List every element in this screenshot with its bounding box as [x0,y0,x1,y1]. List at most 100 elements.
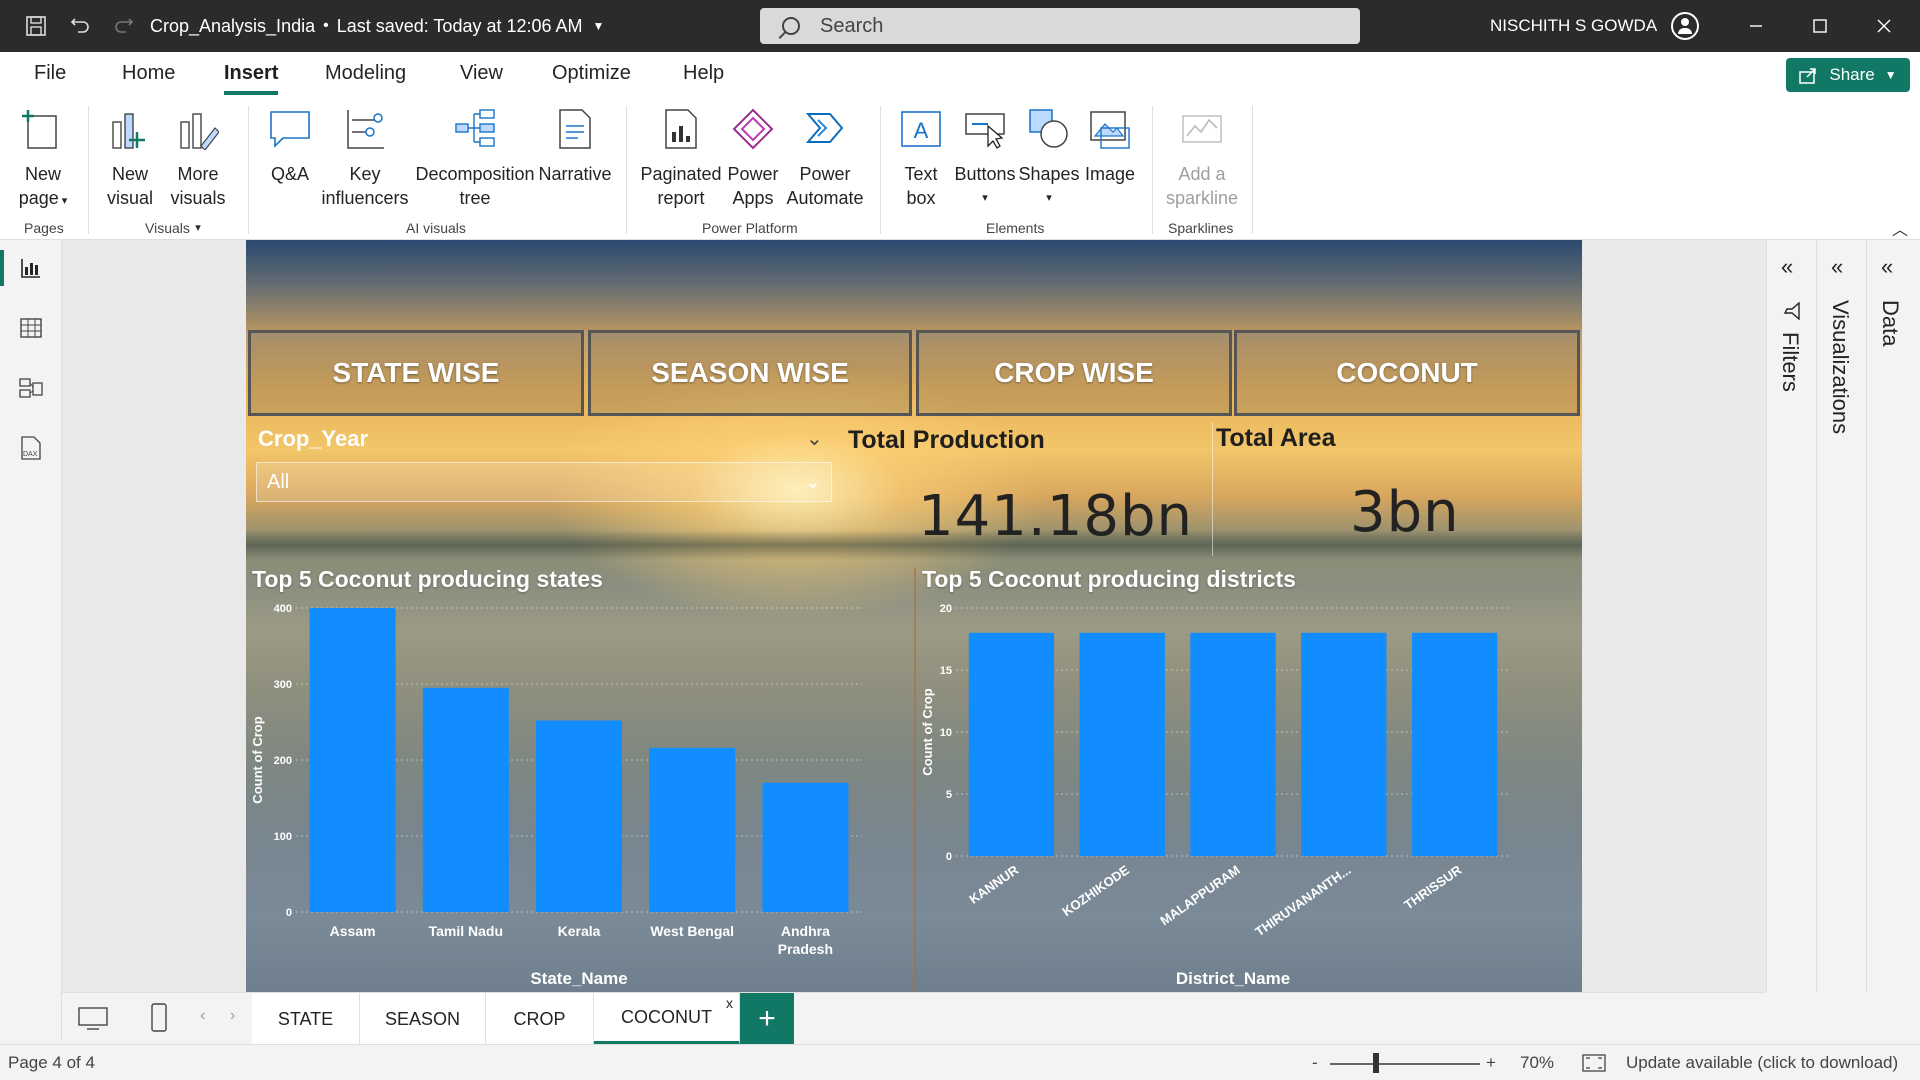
model-view-button[interactable] [0,362,62,414]
tab-view[interactable]: View [460,62,503,85]
expand-chevron-icon[interactable]: « [1831,254,1843,280]
new-page-label-2: page [18,188,59,208]
tab-insert[interactable]: Insert [224,62,279,95]
bar[interactable] [649,747,736,912]
buttons-label: Buttons [954,164,1016,184]
bar[interactable] [535,720,623,912]
image-button[interactable]: Image [1080,108,1140,186]
chevron-down-icon: ▾ [195,222,201,234]
zoom-out-button[interactable]: - [1312,1053,1318,1073]
narrative-button[interactable]: Narrative [538,108,612,186]
paginated-report-label-1: Paginated [640,164,722,184]
save-icon[interactable] [16,0,56,52]
districts-bar-chart[interactable]: 0 5 10 15 20 Count of Crop KANNUR KOZHIKODE MALA… [916,600,1582,992]
decomposition-tree-button[interactable]: Decomposition tree [412,108,538,210]
account-menu[interactable]: NISCHITH S GOWDA [1490,0,1700,52]
zoom-in-button[interactable]: + [1486,1053,1496,1073]
saved-status: Last saved: Today at 12:06 AM [336,15,583,36]
share-label: Share [1829,65,1875,84]
tab-home[interactable]: Home [122,62,175,85]
share-button[interactable]: Share ▼ [1786,58,1910,92]
report-view-button[interactable] [0,242,62,294]
key-influencers-button[interactable]: Key influencers [320,108,410,210]
maximize-button[interactable] [1788,0,1852,52]
x-tick-label: KANNUR [966,862,1021,907]
crop-year-slicer-dropdown[interactable]: All ⌄ [256,462,832,502]
key-influencers-label-2: influencers [321,188,409,208]
document-title[interactable]: Crop_Analysis_India • Last saved: Today … [138,0,604,52]
table-view-button[interactable] [0,302,62,354]
y-tick-label: 100 [274,831,292,843]
new-visual-button[interactable]: New visual [100,108,160,210]
bar[interactable] [968,632,1055,856]
buttons-button[interactable]: Buttons ▾ [952,108,1018,210]
tab-file[interactable]: File [34,62,66,85]
fit-to-page-icon[interactable] [1582,1053,1606,1073]
shapes-button[interactable]: Shapes ▾ [1018,108,1080,210]
undo-icon[interactable] [60,0,100,52]
page-tab-crop[interactable]: CROP [486,993,594,1045]
collapse-ribbon-icon[interactable]: ︿ [1892,216,1908,240]
decomposition-tree-label-2: tree [459,188,491,208]
close-tab-icon[interactable]: x [726,995,733,1011]
scroll-right-icon[interactable]: › [230,1007,235,1025]
sparkline-icon [1182,115,1222,143]
power-automate-button[interactable]: Power Automate [784,108,866,210]
background-sky [246,240,1582,330]
search-box[interactable]: Search [760,8,1360,44]
bar[interactable] [422,687,509,912]
zoom-slider[interactable] [1330,1063,1480,1065]
more-visuals-icon [180,113,220,151]
add-sparkline-button[interactable]: Add a sparkline [1164,108,1240,210]
tab-help[interactable]: Help [683,62,724,85]
coconut-button[interactable]: COCONUT [1234,330,1580,416]
add-page-button[interactable]: + [740,993,794,1045]
expand-chevron-icon[interactable]: « [1781,254,1793,280]
chevron-down-icon[interactable]: ⌄ [806,426,823,451]
bar[interactable] [1411,632,1498,856]
crop-wise-button[interactable]: CROP WISE [916,330,1232,416]
filters-pane[interactable]: « Filters [1766,240,1816,992]
state-wise-button[interactable]: STATE WISE [248,330,584,416]
minimize-button[interactable] [1724,0,1788,52]
view-switcher: DAX [0,240,62,1040]
bar[interactable] [1190,632,1276,856]
ribbon-divider [1252,106,1253,234]
visualizations-pane[interactable]: « Visualizations [1816,240,1866,992]
desktop-layout-icon[interactable] [78,1007,108,1036]
paginated-report-button[interactable]: Paginated report [640,108,722,210]
chevron-down-icon[interactable]: ▼ [593,19,605,33]
page-tab-coconut[interactable]: COCONUT x [594,993,740,1045]
page-tab-state[interactable]: STATE [252,993,360,1045]
scroll-left-icon[interactable]: ‹ [200,1007,205,1025]
update-available-link[interactable]: Update available (click to download) [1626,1053,1898,1073]
chart-title-states: Top 5 Coconut producing states [252,566,603,592]
x-tick-label: THRISSUR [1401,862,1465,913]
bar[interactable] [309,608,396,912]
tab-optimize[interactable]: Optimize [552,62,631,85]
shapes-label: Shapes [1018,164,1080,184]
svg-text:A: A [914,118,929,143]
dax-query-view-button[interactable]: DAX [0,422,62,474]
season-wise-button[interactable]: SEASON WISE [588,330,912,416]
data-pane[interactable]: « Data [1866,240,1916,992]
total-production-value: 141.18bn [918,484,1193,549]
close-button[interactable] [1852,0,1916,52]
qa-button[interactable]: Q&A [262,108,318,186]
y-tick-label: 10 [940,727,952,739]
bar[interactable] [762,782,849,912]
bar[interactable] [1079,632,1165,856]
maximize-icon [1813,19,1827,33]
states-bar-chart[interactable]: 0 100 200 300 400 Count of Crop Assam Tamil Nad… [246,600,910,992]
expand-chevron-icon[interactable]: « [1881,254,1893,280]
power-apps-button[interactable]: Power Apps [722,108,784,210]
add-sparkline-label-2: sparkline [1165,188,1239,208]
bar[interactable] [1301,632,1387,856]
mobile-layout-icon[interactable] [150,1003,168,1038]
zoom-level[interactable]: 70% [1520,1053,1554,1073]
page-tab-season[interactable]: SEASON [360,993,486,1045]
tab-modeling[interactable]: Modeling [325,62,406,85]
text-box-button[interactable]: A Text box [892,108,950,210]
zoom-slider-thumb[interactable] [1373,1053,1379,1073]
new-page-button[interactable]: New page ▾ [12,108,74,213]
